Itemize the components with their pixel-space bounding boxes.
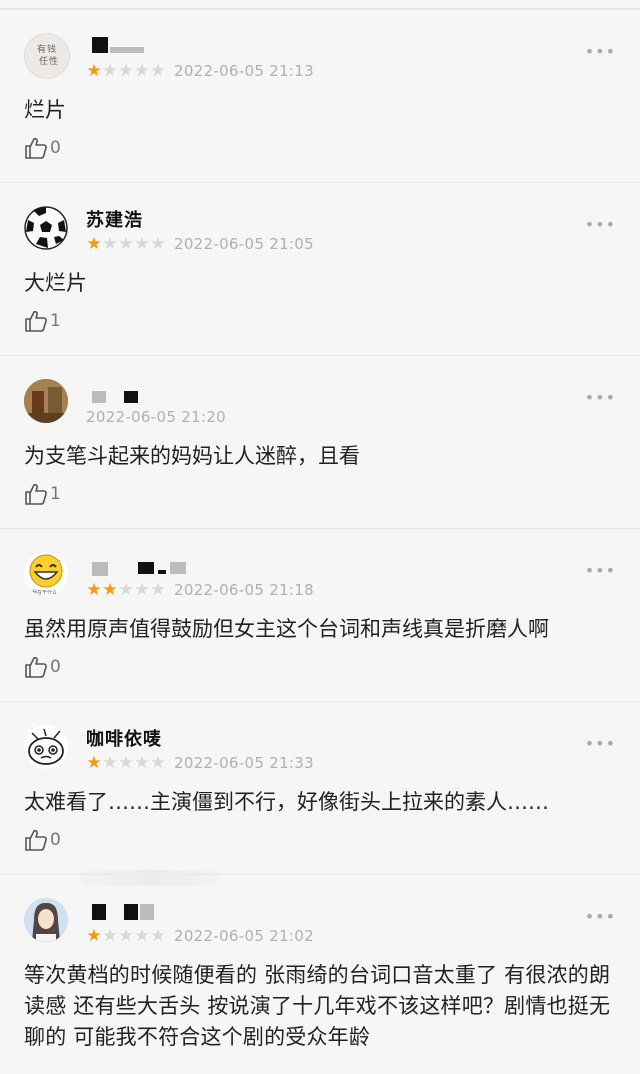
- star-icon: ★: [150, 61, 166, 81]
- like-count: 0: [50, 138, 61, 158]
- username[interactable]: 咖啡依唛: [86, 725, 162, 749]
- review-date: 2022-06-05 21:05: [174, 235, 314, 253]
- star-icon: ★: [134, 926, 150, 946]
- redacted-name: [92, 562, 108, 576]
- more-dots-icon[interactable]: •••: [585, 390, 616, 406]
- star-icon: ★: [150, 580, 166, 600]
- redacted-name: [170, 562, 186, 574]
- star-icon: ★: [102, 61, 118, 81]
- review-date: 2022-06-05 21:20: [86, 408, 226, 426]
- star-icon: ★: [102, 926, 118, 946]
- review-meta: ★ ★ ★ ★ ★ 2022-06-05 21:13: [86, 61, 314, 81]
- star-icon: ★: [118, 926, 134, 946]
- redacted-name: [124, 904, 138, 920]
- like-button[interactable]: 0: [24, 656, 61, 678]
- more-dots-icon[interactable]: •••: [585, 563, 616, 579]
- star-icon: ★: [150, 234, 166, 254]
- redacted-name: [92, 904, 106, 920]
- star-icon: ★: [86, 926, 102, 946]
- review-meta: ★ ★ ★ ★ ★ 2022-06-05 21:18: [86, 580, 314, 600]
- redacted-name: [92, 391, 106, 403]
- review-date: 2022-06-05 21:02: [174, 927, 314, 945]
- rating-stars: ★ ★ ★ ★ ★: [86, 581, 166, 599]
- review-content: 太难看了……主演僵到不行，好像街头上拉来的素人……: [24, 790, 549, 814]
- svg-text:钱: 钱: [47, 43, 56, 55]
- star-icon: ★: [86, 234, 102, 254]
- like-button[interactable]: 1: [24, 310, 61, 332]
- star-icon: ★: [102, 753, 118, 773]
- star-icon: ★: [102, 234, 118, 254]
- avatar[interactable]: 有 钱 任 性: [24, 33, 70, 79]
- rating-stars: ★ ★ ★ ★ ★: [86, 235, 166, 253]
- avatar[interactable]: [24, 206, 68, 250]
- star-icon: ★: [118, 61, 134, 81]
- review-content: 为支笔斗起来的妈妈让人迷醉，且看: [24, 444, 360, 468]
- thumbs-up-icon: [25, 656, 47, 678]
- redacted-name: [138, 562, 154, 574]
- redacted-name: [92, 37, 108, 53]
- rating-stars: ★ ★ ★ ★ ★: [86, 62, 166, 80]
- review-meta: ★ ★ ★ ★ ★ 2022-06-05 21:05: [86, 234, 314, 254]
- rating-stars: ★ ★ ★ ★ ★: [86, 754, 166, 772]
- like-button[interactable]: 0: [24, 137, 61, 159]
- star-icon: ★: [134, 234, 150, 254]
- review-item: 有 钱 任 性 ★ ★ ★ ★ ★ 2022-06-05 21:13 ••• 烂片 0: [0, 9, 640, 183]
- review-meta: ★ ★ ★ ★ ★ 2022-06-05 21:02: [86, 926, 314, 946]
- thumbs-up-icon: [25, 483, 47, 505]
- review-meta: ★ ★ ★ ★ ★ 2022-06-05 21:33: [86, 753, 314, 773]
- review-item: 苏建浩 ★ ★ ★ ★ ★ 2022-06-05 21:05 ••• 大烂片 1: [0, 182, 640, 356]
- redacted-name: [140, 904, 154, 920]
- star-icon: ★: [86, 753, 102, 773]
- svg-text:我在干什么: 我在干什么: [32, 589, 57, 596]
- star-icon: ★: [134, 753, 150, 773]
- redacted-name: [124, 391, 138, 403]
- star-icon: ★: [102, 580, 118, 600]
- rating-stars: ★ ★ ★ ★ ★: [86, 927, 166, 945]
- star-icon: ★: [118, 753, 134, 773]
- star-icon: ★: [86, 580, 102, 600]
- review-date: 2022-06-05 21:33: [174, 754, 314, 772]
- review-item: 2022-06-05 21:20 ••• 为支笔斗起来的妈妈让人迷醉，且看 1: [0, 355, 640, 529]
- star-icon: ★: [118, 580, 134, 600]
- avatar[interactable]: 我在干什么: [24, 552, 68, 596]
- star-icon: ★: [86, 61, 102, 81]
- review-content: 等次黄档的时候随便看的 张雨绮的台词口音太重了 有很浓的朗读感 还有些大舌头 按…: [24, 963, 611, 1049]
- more-dots-icon[interactable]: •••: [585, 44, 616, 60]
- more-dots-icon[interactable]: •••: [585, 909, 616, 925]
- redacted-name: [158, 570, 166, 574]
- more-dots-icon[interactable]: •••: [585, 217, 616, 233]
- avatar[interactable]: [24, 898, 68, 942]
- thumbs-up-icon: [25, 310, 47, 332]
- star-icon: ★: [118, 234, 134, 254]
- review-date: 2022-06-05 21:18: [174, 581, 314, 599]
- review-content: 烂片: [24, 98, 66, 122]
- avatar[interactable]: [24, 725, 68, 769]
- avatar[interactable]: [24, 379, 68, 423]
- star-icon: ★: [150, 753, 166, 773]
- thumbs-up-icon: [25, 137, 47, 159]
- thumbs-up-icon: [25, 829, 47, 851]
- star-icon: ★: [134, 61, 150, 81]
- like-count: 0: [50, 830, 61, 850]
- like-count: 0: [50, 657, 61, 677]
- username[interactable]: 苏建浩: [86, 206, 143, 230]
- svg-text:性: 性: [49, 55, 58, 67]
- like-button[interactable]: 1: [24, 483, 61, 505]
- review-item: 我在干什么 ★ ★ ★ ★ ★ 2022-06-05 21:18 ••• 虽然用原声值得…: [0, 528, 640, 702]
- review-date: 2022-06-05 21:13: [174, 62, 314, 80]
- star-icon: ★: [150, 926, 166, 946]
- review-item: ★ ★ ★ ★ ★ 2022-06-05 21:02 ••• 等次黄档的时候随便看的 张…: [0, 874, 640, 1074]
- svg-text:任: 任: [39, 55, 48, 67]
- like-count: 1: [50, 484, 61, 504]
- redacted-name: [110, 47, 144, 53]
- review-meta: 2022-06-05 21:20: [86, 407, 226, 427]
- review-item: 咖啡依唛 ★ ★ ★ ★ ★ 2022-06-05 21:33 ••• 太难看了……主演…: [0, 701, 640, 875]
- star-icon: ★: [134, 580, 150, 600]
- svg-text:有: 有: [37, 43, 46, 55]
- review-content: 虽然用原声值得鼓励但女主这个台词和声线真是折磨人啊: [24, 617, 549, 641]
- like-count: 1: [50, 311, 61, 331]
- review-content: 大烂片: [24, 271, 87, 295]
- like-button[interactable]: 0: [24, 829, 61, 851]
- more-dots-icon[interactable]: •••: [585, 736, 616, 752]
